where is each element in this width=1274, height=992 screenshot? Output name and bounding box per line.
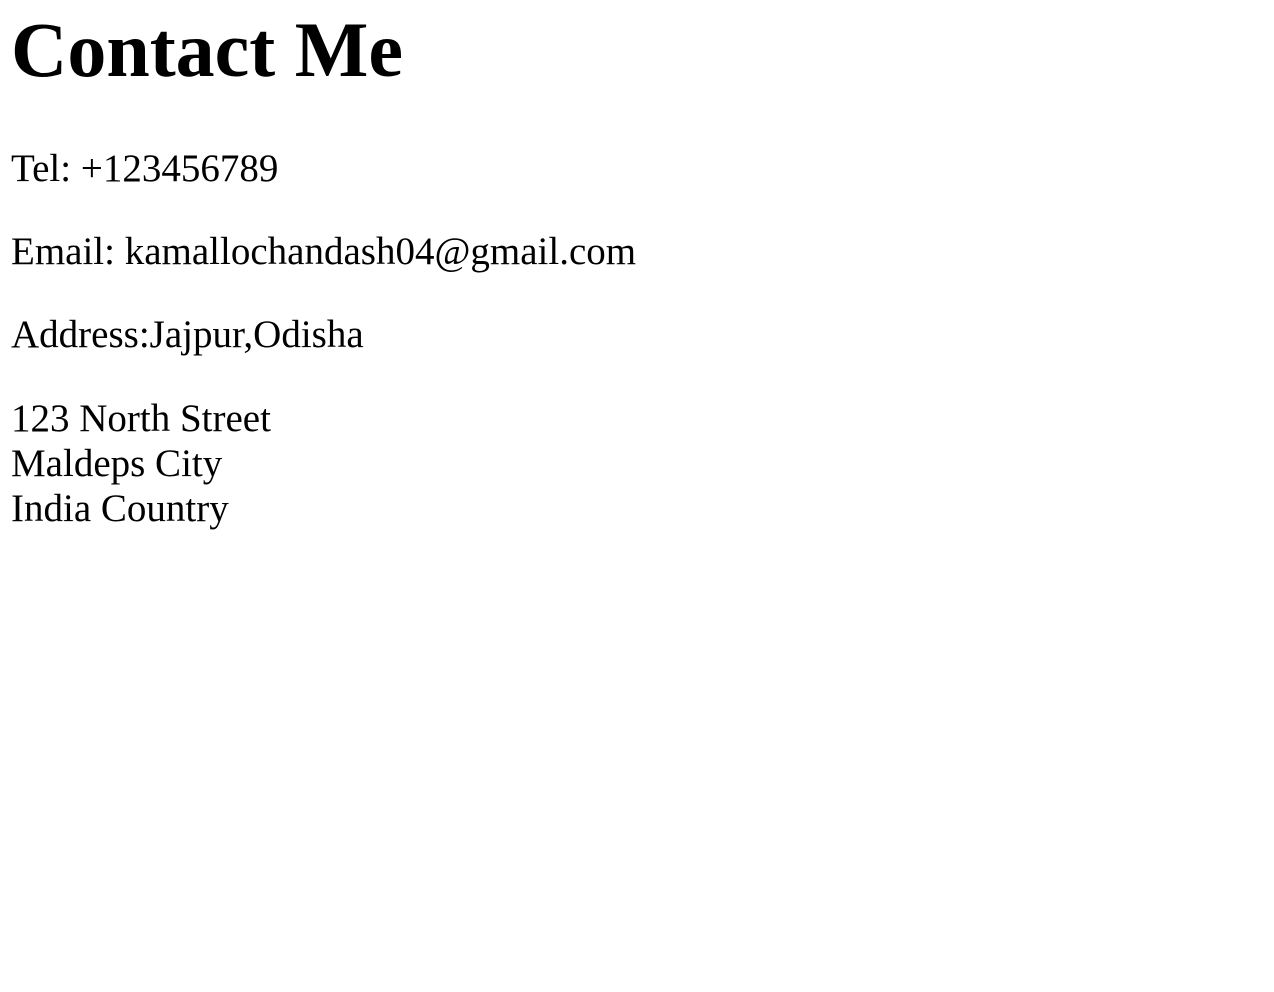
email-text: Email: kamallochandash04@gmail.com: [11, 230, 637, 273]
address-line-country: India Country: [11, 487, 229, 530]
postal-address: 123 North Street Maldeps City India Coun…: [11, 396, 271, 531]
address-line-street: 123 North Street: [11, 397, 271, 440]
telephone-text: Tel: +123456789: [11, 147, 279, 190]
address-text: Address:Jajpur,Odisha: [11, 313, 364, 356]
address-line-city: Maldeps City: [11, 442, 223, 485]
page-title: Contact Me: [11, 6, 404, 93]
